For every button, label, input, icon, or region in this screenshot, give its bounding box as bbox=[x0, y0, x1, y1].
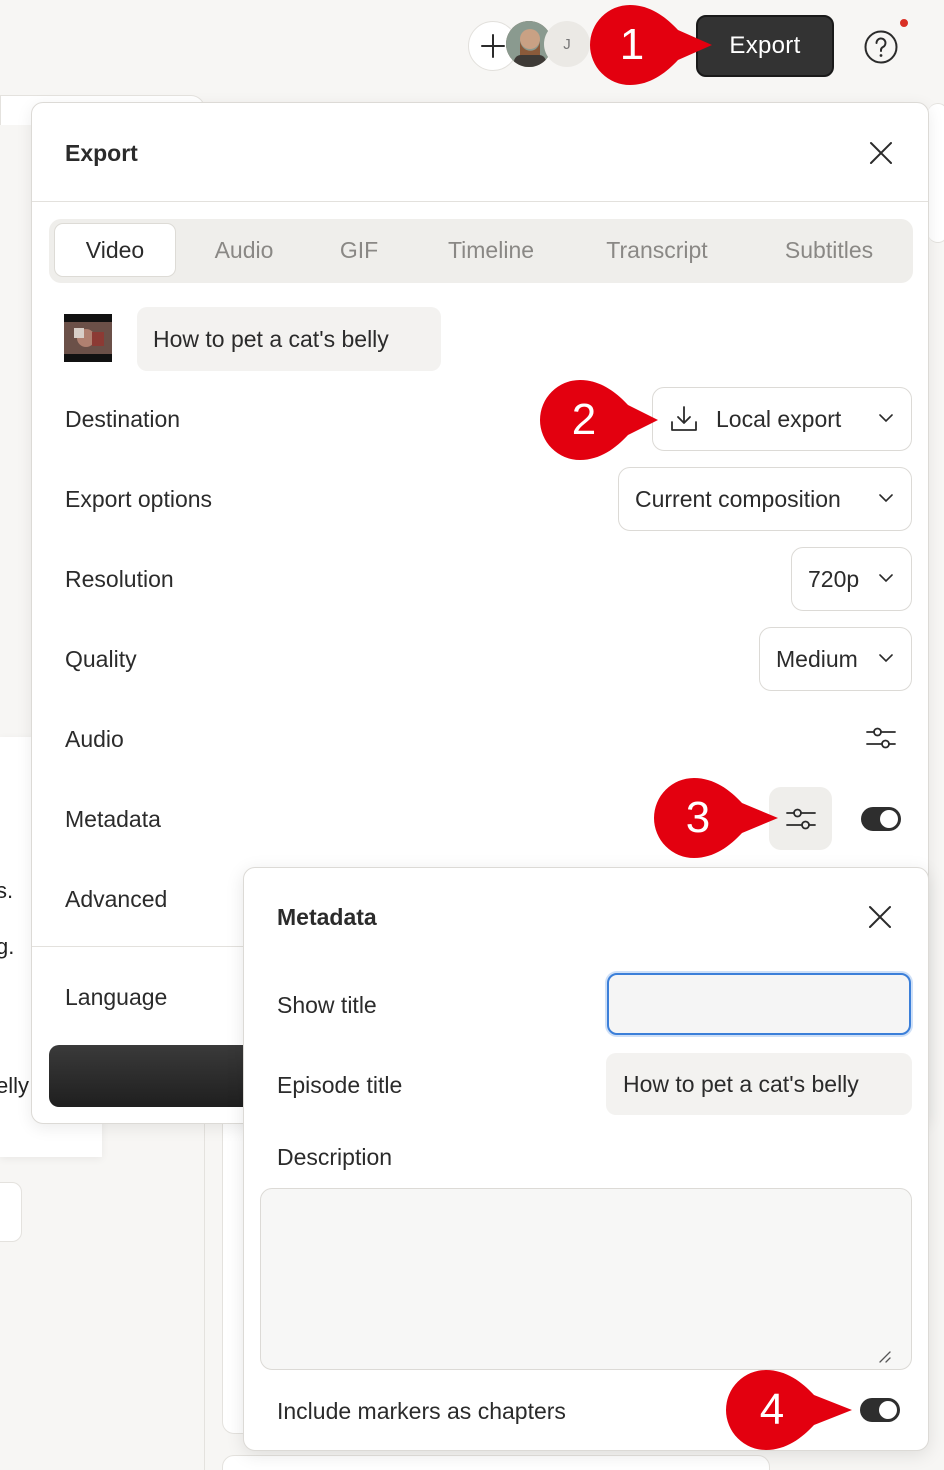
chevron-down-icon bbox=[879, 494, 893, 503]
background-column-card bbox=[222, 1124, 244, 1434]
description-textarea[interactable] bbox=[260, 1188, 912, 1370]
export-options-select[interactable]: Current composition bbox=[618, 467, 912, 531]
quality-select[interactable]: Medium bbox=[759, 627, 912, 691]
resolution-select[interactable]: 720p bbox=[791, 547, 912, 611]
callout-number: 3 bbox=[685, 793, 711, 842]
tab-transcript[interactable]: Transcript bbox=[581, 223, 733, 277]
toggle-knob bbox=[880, 810, 898, 828]
resize-grip-icon[interactable] bbox=[876, 1348, 892, 1364]
audio-settings-button[interactable] bbox=[850, 707, 912, 769]
quality-label: Quality bbox=[65, 646, 137, 672]
resolution-value: 720p bbox=[808, 565, 860, 592]
close-export-button[interactable] bbox=[865, 137, 897, 169]
callout-3: 3 bbox=[654, 778, 784, 863]
help-icon bbox=[864, 30, 898, 64]
export-type-tabs: Video Audio GIF Timeline Transcript Subt… bbox=[49, 219, 913, 283]
advanced-label: Advanced bbox=[65, 886, 168, 912]
metadata-label: Metadata bbox=[65, 806, 161, 832]
background-text-fragment: elly bbox=[0, 1073, 30, 1098]
notification-dot bbox=[898, 17, 910, 29]
tab-timeline[interactable]: Timeline bbox=[421, 223, 561, 277]
background-input bbox=[0, 1182, 22, 1242]
background-column-card bbox=[222, 1455, 770, 1470]
background-column bbox=[204, 1124, 205, 1470]
resolution-label: Resolution bbox=[65, 566, 174, 592]
toggle-knob bbox=[879, 1401, 897, 1419]
sliders-icon bbox=[866, 727, 896, 749]
language-label: Language bbox=[65, 984, 168, 1010]
sliders-icon bbox=[785, 808, 816, 829]
tab-subtitles[interactable]: Subtitles bbox=[755, 223, 903, 277]
include-markers-label: Include markers as chapters bbox=[277, 1398, 566, 1424]
callout-number: 1 bbox=[619, 20, 645, 69]
header-divider bbox=[32, 201, 928, 202]
close-metadata-button[interactable] bbox=[864, 901, 896, 933]
download-icon bbox=[671, 406, 697, 431]
export-panel-title: Export bbox=[65, 140, 138, 166]
show-title-label: Show title bbox=[277, 992, 377, 1018]
metadata-popover: Metadata Show title Episode title How to… bbox=[243, 867, 929, 1451]
composition-thumbnail bbox=[64, 314, 112, 362]
episode-title-input[interactable]: How to pet a cat's belly bbox=[606, 1053, 912, 1115]
chevron-down-icon bbox=[879, 574, 893, 583]
destination-label: Destination bbox=[65, 406, 181, 432]
callout-number: 2 bbox=[571, 395, 597, 444]
background-right-card bbox=[928, 103, 944, 243]
chevron-down-icon bbox=[879, 414, 893, 423]
show-title-input[interactable] bbox=[607, 973, 911, 1035]
close-icon bbox=[869, 906, 891, 928]
destination-value: Local export bbox=[716, 405, 842, 432]
help-button[interactable] bbox=[862, 28, 900, 66]
composition-name[interactable]: How to pet a cat's belly bbox=[137, 307, 441, 371]
quality-value: Medium bbox=[776, 645, 858, 672]
plus-icon bbox=[481, 34, 505, 58]
callout-4: 4 bbox=[726, 1370, 856, 1455]
include-markers-toggle[interactable] bbox=[860, 1398, 900, 1422]
avatar-initial[interactable]: J bbox=[544, 21, 590, 67]
callout-1: 1 bbox=[590, 5, 720, 90]
export-options-value: Current composition bbox=[635, 485, 841, 512]
tab-audio[interactable]: Audio bbox=[189, 223, 299, 277]
export-options-label: Export options bbox=[65, 486, 213, 512]
video-thumbnail-icon bbox=[64, 314, 112, 362]
callout-2: 2 bbox=[540, 380, 670, 465]
tab-gif[interactable]: GIF bbox=[311, 223, 407, 277]
episode-title-label: Episode title bbox=[277, 1072, 403, 1098]
background-text-fragment: g. bbox=[0, 934, 15, 959]
metadata-toggle[interactable] bbox=[861, 807, 901, 831]
audio-label: Audio bbox=[65, 726, 124, 752]
close-icon bbox=[870, 142, 892, 164]
callout-number: 4 bbox=[759, 1385, 785, 1434]
chevron-down-icon bbox=[879, 654, 893, 663]
background-text-fragment: s. bbox=[0, 878, 14, 903]
description-label: Description bbox=[277, 1144, 393, 1170]
tab-video[interactable]: Video bbox=[54, 223, 176, 277]
destination-select[interactable]: Local export bbox=[652, 387, 912, 451]
metadata-title: Metadata bbox=[277, 904, 377, 930]
